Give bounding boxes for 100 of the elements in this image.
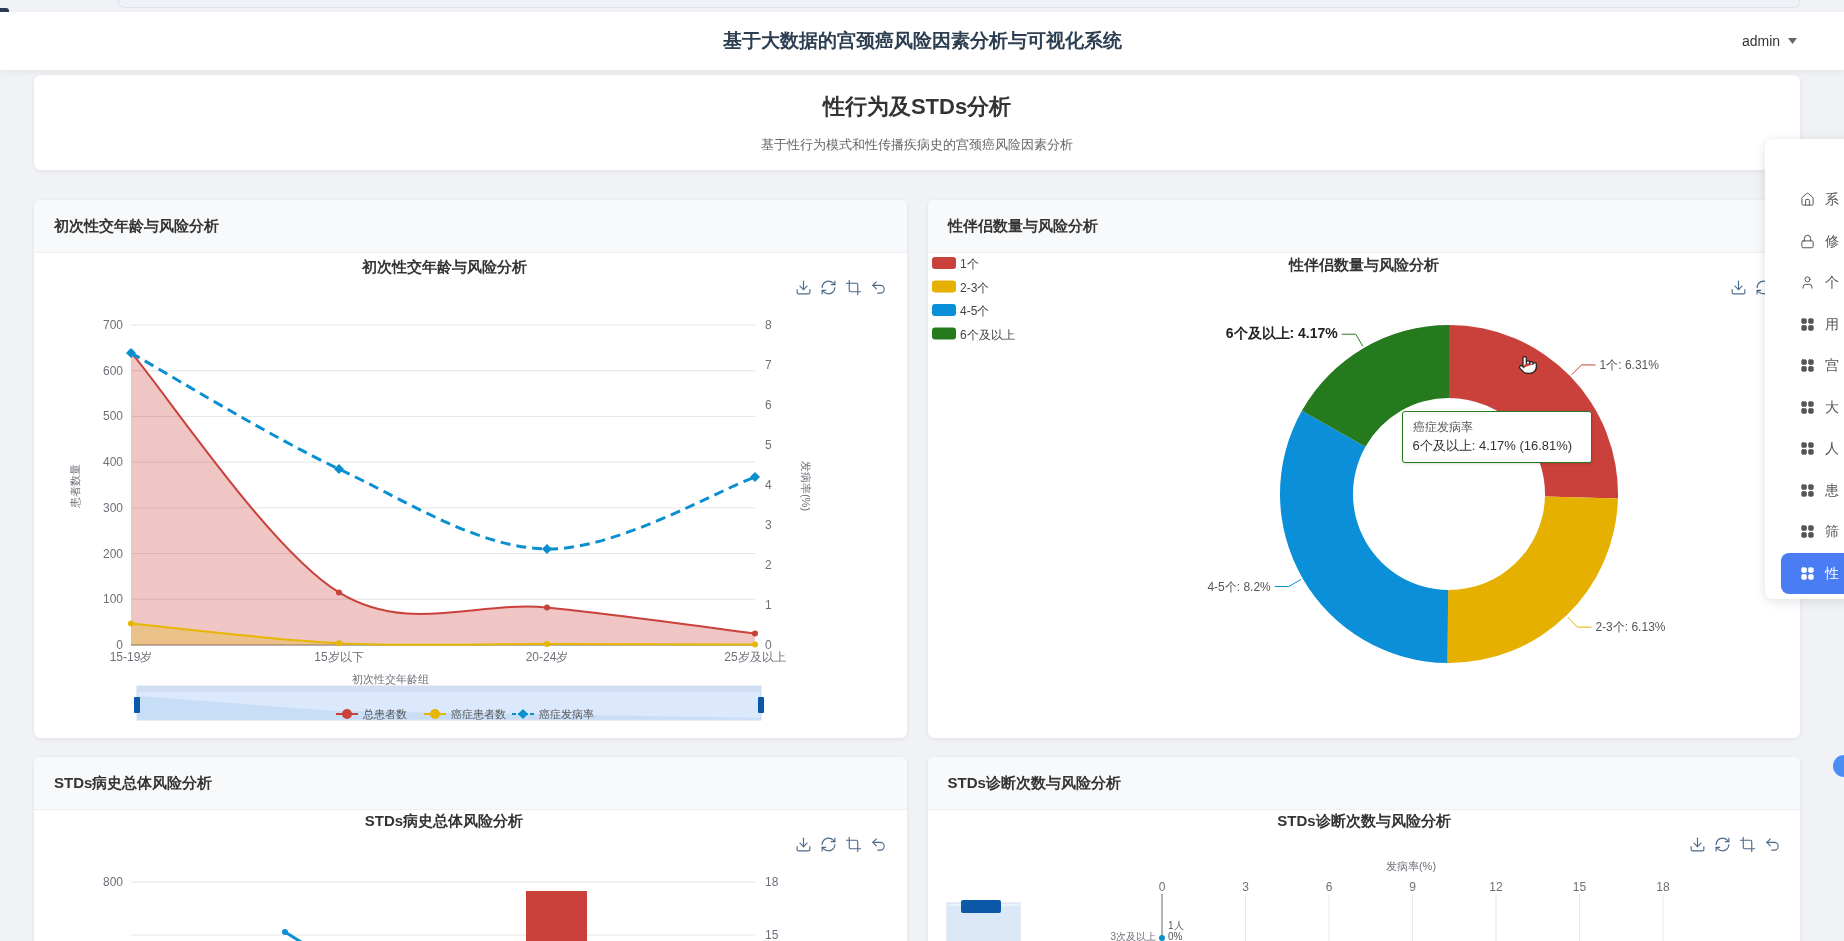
crop-icon[interactable] [1738,836,1756,853]
legend-label: 6个及以上 [959,327,1015,342]
tooltip-title: 癌症发病率 [1412,419,1474,436]
circle-marker[interactable] [752,630,758,637]
menu-item[interactable]: 患 [1765,469,1844,511]
page-subtitle: 基于性行为模式和性传播疾病史的宫颈癌风险因素分析 [761,136,1073,155]
circle-marker[interactable] [544,604,550,611]
crop-icon[interactable] [845,279,862,296]
refresh-icon[interactable] [820,836,837,853]
data-point[interactable] [282,929,288,935]
axis-tick-label: 100 [102,592,123,607]
axis-title: 发病率(%) [800,460,812,512]
circle-marker[interactable] [752,641,758,648]
download-icon[interactable] [795,836,812,853]
legend-item[interactable]: 6个及以上 [931,327,1015,342]
download-icon[interactable] [795,279,812,296]
axis-tick-label: 4 [765,478,772,492]
undo-icon[interactable] [1763,836,1781,853]
menu-item[interactable]: 个 [1765,262,1844,304]
axis-tick-label: 800 [102,875,123,889]
diamond-marker[interactable] [542,544,552,554]
circle-marker[interactable] [336,589,342,596]
download-icon[interactable] [1729,279,1747,296]
axis-tick-label: 18 [1655,880,1670,894]
undo-icon[interactable] [870,836,887,853]
menu-item[interactable]: 系 [1765,179,1844,221]
lock-icon [1800,233,1815,249]
circle-marker[interactable] [544,641,550,648]
legend-item[interactable]: 癌症发病率 [511,708,594,720]
axis-tick-label: 8 [765,318,772,332]
chart-title: STDs诊断次数与风险分析 [1276,812,1451,829]
axis-tick-label: 7 [765,358,772,372]
legend-item[interactable]: 4-5个 [931,304,989,318]
axis-tick-label: 12 [1488,880,1503,894]
grid-icon [1800,316,1815,332]
menu-item[interactable]: 性 [1781,552,1844,594]
menu-item[interactable]: 人 [1765,428,1844,470]
axis-tick-label: 15 [1572,880,1586,894]
axis-tick-label: 400 [102,455,123,470]
legend-label: 1个 [959,257,979,271]
donut-slice[interactable] [1279,410,1448,663]
axis-tick-label: 3次及以上 [1109,931,1156,941]
axis-tick-label: 9 [1408,880,1416,894]
axis-tick-label: 0 [765,638,772,652]
range-slider[interactable] [946,900,1020,941]
legend-item[interactable]: 总患者数 [335,708,407,720]
crop-icon[interactable] [845,836,862,853]
refresh-icon[interactable] [820,279,837,296]
slice-label: 1个: 6.31% [1599,357,1659,372]
menu-item[interactable]: 筛 [1765,511,1844,553]
app-title: 基于大数据的宫颈癌风险因素分析与可视化系统 [722,28,1122,53]
download-icon[interactable] [1688,836,1706,853]
diamond-marker[interactable] [750,472,760,482]
page-title: 性行为及STDs分析 [822,93,1012,122]
legend-label: 2-3个 [959,280,989,295]
axis-title: 初次性交年龄组 [351,673,429,685]
user-menu[interactable]: admin [1742,30,1798,52]
circle-marker[interactable] [128,620,134,627]
caret-icon [1788,38,1798,44]
legend-label: 总患者数 [362,708,407,720]
legend-item[interactable]: 2-3个 [931,280,989,295]
diamond-marker[interactable] [126,348,136,358]
axis-tick-label: 25岁及以上 [724,650,786,664]
axis-title: 患者数量 [69,464,81,508]
card-title: 性伴侣数量与风险分析 [947,215,1098,236]
range-slider[interactable] [134,685,764,721]
legend-item[interactable]: 癌症患者数 [423,708,506,720]
axis-tick-label: 3 [1241,880,1249,894]
axis-tick-label: 1 [765,598,772,612]
undo-icon[interactable] [870,279,887,296]
cursor-icon [1517,355,1538,375]
legend-item[interactable]: 1个 [931,257,979,271]
refresh-icon[interactable] [1713,836,1731,853]
axis-tick-label: 600 [102,363,123,378]
axis-tick-label: 2 [765,558,772,572]
axis-tick-label: 20-24岁 [525,650,569,664]
grid-icon [1800,565,1815,581]
axis-title: 发病率(%) [1385,860,1436,872]
axis-tick-label: 5 [765,438,772,452]
axis-tick-label: 15 [765,928,779,941]
leader-line [1566,616,1592,628]
grid-icon [1800,482,1815,498]
home-icon [1800,192,1815,208]
menu-item[interactable]: 用 [1765,303,1844,345]
diamond-marker[interactable] [334,464,344,474]
slice-label: 2-3个: 6.13% [1594,620,1665,635]
card-title: STDs病史总体风险分析 [54,772,213,793]
data-point[interactable] [1158,935,1165,941]
menu-item[interactable]: 修 [1765,220,1844,262]
menu-item[interactable]: 大 [1765,386,1844,428]
card-title: STDs诊断次数与风险分析 [947,772,1121,793]
menu-item[interactable]: 宫 [1765,345,1844,387]
axis-tick-label: 3 [765,518,772,532]
axis-tick-label: 6 [765,398,772,412]
chart-title: 性伴侣数量与风险分析 [1288,256,1439,273]
circle-marker[interactable] [336,640,342,647]
axis-tick-label: 15岁以下 [314,650,364,664]
grid-icon [1800,524,1815,540]
axis-tick-label: 500 [102,409,123,424]
legend-label: 癌症患者数 [451,708,506,720]
